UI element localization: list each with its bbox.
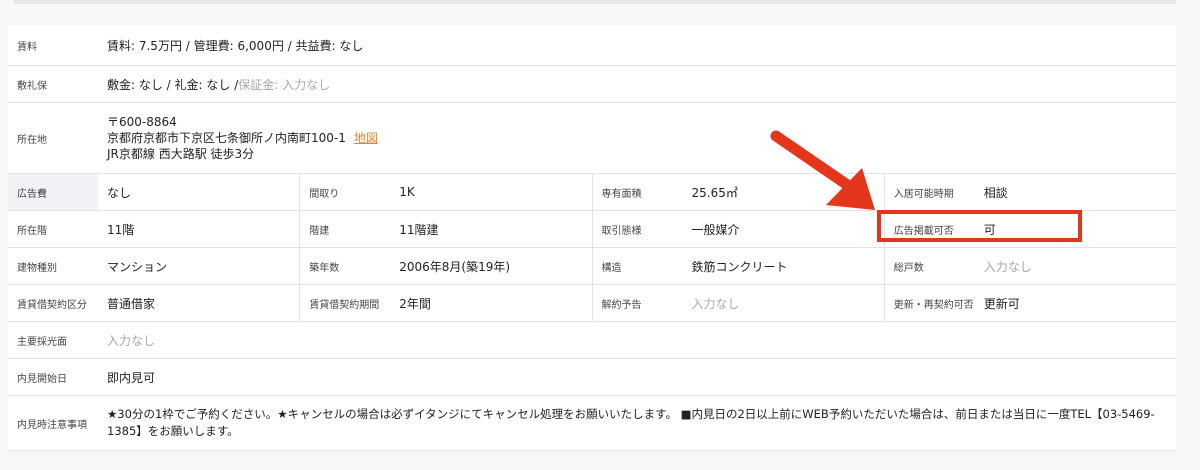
viewing-start-row: 内見開始日 即内見可 [8, 359, 1176, 396]
viewing-notes-row: 内見時注意事項 ★30分の1枠でご予約ください。★キャンセルの場合は必ずイタンジ… [8, 396, 1176, 451]
lighting-row: 主要採光面 入力なし [8, 322, 1176, 359]
total-units-label: 総戸数 [884, 248, 975, 284]
deposit-row: 敷礼保 敷金: なし / 礼金: なし / 保証金: 入力なし [8, 66, 1176, 103]
lease-term-value: 2年間 [399, 296, 431, 311]
location-value: 〒600-8864 京都府京都市下京区七条御所ノ内南町100-1 地図 JR京都線… [98, 103, 1176, 173]
layout-label: 間取り [300, 174, 391, 210]
floor-value: 11階 [107, 222, 135, 237]
stories-cell: 階建 11階建 [299, 211, 591, 247]
building-age-value: 2006年8月(築19年) [399, 259, 511, 274]
viewing-start-label: 内見開始日 [8, 359, 98, 395]
postal-code: 〒600-8864 [107, 115, 177, 129]
move-in-value: 相談 [983, 185, 1008, 200]
renewal-cell: 更新・再契約可否 更新可 [883, 285, 1176, 321]
building-type-label: 建物種別 [8, 248, 98, 284]
transaction-type-label: 取引態様 [592, 211, 683, 247]
floor-cell: 所在階 11階 [8, 211, 299, 247]
rent-row: 賃料 賃料: 7.5万円 / 管理費: 6,000円 / 共益費: なし [8, 25, 1176, 66]
viewing-start-value: 即内見可 [107, 370, 156, 385]
renewal-label: 更新・再契約可否 [884, 285, 975, 321]
building-age-label: 築年数 [300, 248, 391, 284]
floor-area-label: 専有面積 [592, 174, 683, 210]
lease-type-cell: 賃貸借契約区分 普通借家 [8, 285, 299, 321]
nearest-station: JR京都線 西大路駅 徒歩3分 [107, 147, 255, 161]
cancel-notice-label: 解約予告 [592, 285, 683, 321]
building-type-cell: 建物種別 マンション [8, 248, 299, 284]
renewal-value: 更新可 [983, 296, 1020, 311]
floor-label: 所在階 [8, 211, 98, 247]
stories-label: 階建 [300, 211, 391, 247]
annotation-highlight-box [877, 210, 1082, 242]
map-link[interactable]: 地図 [354, 131, 378, 145]
ad-fee-value: なし [107, 185, 132, 200]
grid-row-3: 建物種別 マンション 築年数 2006年8月(築19年) 構造 鉄筋コンクリート… [8, 248, 1176, 285]
structure-label: 構造 [592, 248, 683, 284]
ad-fee-cell: 広告費 なし [8, 174, 299, 210]
rent-value: 賃料: 7.5万円 / 管理費: 6,000円 / 共益費: なし [107, 38, 364, 53]
move-in-cell: 入居可能時期 相談 [883, 174, 1176, 210]
lease-term-cell: 賃貸借契約期間 2年間 [299, 285, 591, 321]
deposit-label: 敷礼保 [8, 66, 98, 102]
lease-type-value: 普通借家 [107, 296, 156, 311]
cancel-notice-cell: 解約予告 入力なし [591, 285, 884, 321]
total-units-cell: 総戸数 入力なし [883, 248, 1176, 284]
floor-area-value: 25.65㎡ [691, 185, 738, 200]
grid-row-4: 賃貸借契約区分 普通借家 賃貸借契約期間 2年間 解約予告 入力なし 更新・再契… [8, 285, 1176, 322]
viewing-notes-label: 内見時注意事項 [8, 396, 98, 450]
address-line: 京都府京都市下京区七条御所ノ内南町100-1 地図 [107, 130, 378, 146]
move-in-label: 入居可能時期 [884, 174, 975, 210]
top-divider [14, 0, 1176, 4]
stories-value: 11階建 [399, 222, 439, 237]
rent-label: 賃料 [8, 25, 98, 65]
deposit-value-main: 敷金: なし / 礼金: なし / [107, 77, 239, 92]
location-label: 所在地 [8, 103, 98, 173]
grid-row-1: 広告費 なし 間取り 1K 専有面積 25.65㎡ 入居可能時期 相談 [8, 174, 1176, 211]
lease-type-label: 賃貸借契約区分 [8, 285, 98, 321]
floor-area-cell: 専有面積 25.65㎡ [591, 174, 884, 210]
transaction-type-cell: 取引態様 一般媒介 [591, 211, 884, 247]
structure-cell: 構造 鉄筋コンクリート [591, 248, 884, 284]
structure-value: 鉄筋コンクリート [691, 259, 788, 274]
ad-fee-label: 広告費 [8, 174, 98, 210]
building-age-cell: 築年数 2006年8月(築19年) [299, 248, 591, 284]
address-text: 京都府京都市下京区七条御所ノ内南町100-1 [107, 131, 346, 145]
location-row: 所在地 〒600-8864 京都府京都市下京区七条御所ノ内南町100-1 地図 J… [8, 103, 1176, 174]
deposit-value: 敷金: なし / 礼金: なし / 保証金: 入力なし [98, 66, 1176, 102]
lighting-value: 入力なし [107, 333, 156, 348]
guarantee-value: 保証金: 入力なし [238, 77, 331, 92]
cancel-notice-value: 入力なし [691, 296, 740, 311]
building-type-value: マンション [107, 259, 168, 274]
layout-cell: 間取り 1K [299, 174, 591, 210]
transaction-type-value: 一般媒介 [691, 222, 740, 237]
lighting-label: 主要採光面 [8, 322, 98, 358]
lease-term-label: 賃貸借契約期間 [300, 285, 391, 321]
viewing-notes-value: ★30分の1枠でご予約ください。★キャンセルの場合は必ずイタンジにてキャンセル処… [107, 407, 1155, 438]
layout-value: 1K [399, 185, 415, 199]
total-units-value: 入力なし [983, 259, 1032, 274]
